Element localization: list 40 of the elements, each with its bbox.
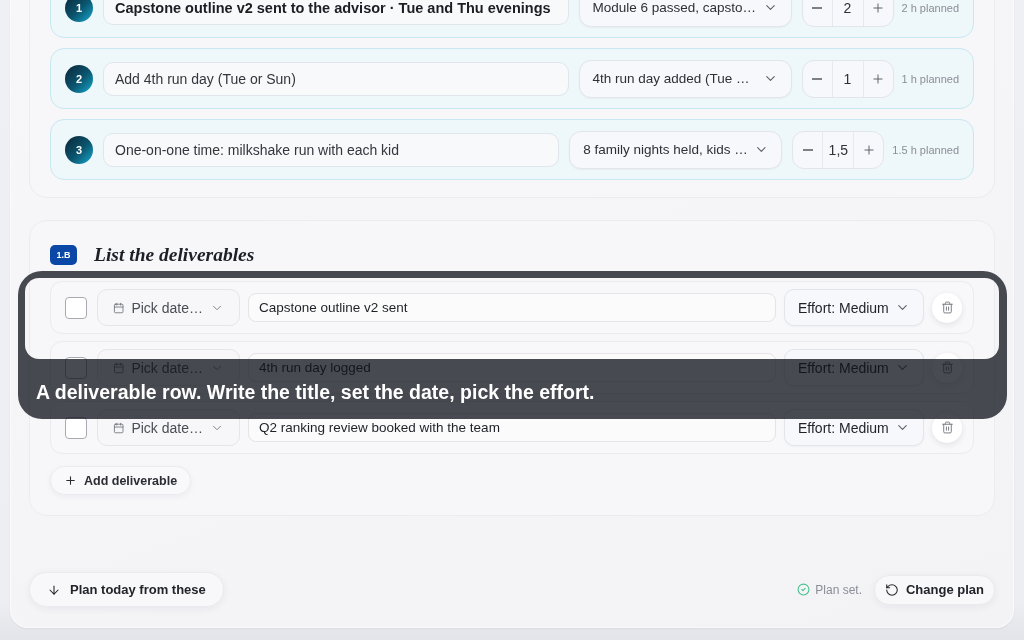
date-picker-button[interactable]: Pick date… (97, 289, 240, 326)
hours-field[interactable]: 2 (831, 0, 864, 26)
calendar-icon (113, 420, 125, 435)
add-deliverable-button[interactable]: Add deliverable (50, 466, 192, 495)
outcome-dropdown[interactable]: 4th run day added (Tue … (578, 59, 792, 98)
step-number: 2 (65, 64, 93, 93)
outcome-dropdown[interactable]: Module 6 passed, capsto… (578, 0, 792, 27)
section-title: List the deliverables (94, 244, 255, 266)
hours-field[interactable]: 1 (831, 60, 864, 97)
plan-today-button[interactable]: Plan today from these (29, 572, 224, 607)
hours-field[interactable]: 1,5 (822, 131, 855, 168)
minus-icon (802, 148, 813, 151)
rotate-ccw-icon (885, 582, 899, 597)
effort-dropdown[interactable]: Effort: Medium (784, 289, 924, 326)
step-number: 3 (65, 135, 93, 164)
plus-icon (871, 0, 885, 15)
tour-caption: A deliverable row. Write the title, set the date, pick the effort. (36, 380, 595, 404)
plus-icon (861, 142, 876, 157)
goal-title-field[interactable]: One-on-one time: milkshake run with each kid (103, 132, 560, 167)
check-circle-icon (797, 583, 811, 596)
plus-icon (871, 71, 885, 86)
calendar-icon (113, 300, 125, 315)
trash-icon (940, 301, 954, 314)
deliverable-title-field[interactable]: Capstone outline v2 sent (248, 293, 776, 322)
step-number: 1 (65, 0, 93, 22)
section-number: 1.B (50, 245, 77, 265)
planned-hours: 1.5 h planned (892, 143, 959, 156)
planned-hours: 1 h planned (901, 72, 959, 85)
goal-title-field[interactable]: Capstone outline v2 sent to the advisor · Tue and Thu evenings (103, 0, 569, 25)
change-plan-button[interactable]: Change plan (874, 574, 995, 605)
trash-icon (940, 421, 954, 434)
checkbox[interactable] (65, 296, 87, 319)
planned-hours: 2 h planned (901, 1, 959, 14)
plus-icon (64, 474, 77, 487)
minus-icon (812, 77, 822, 80)
plan-status: Plan set. (815, 582, 862, 597)
outcome-dropdown[interactable]: 8 family nights held, kids … (569, 130, 783, 169)
minus-icon (812, 6, 822, 9)
arrow-down-icon (47, 582, 61, 597)
goal-title-field[interactable]: Add 4th run day (Tue or Sun) (103, 61, 569, 96)
